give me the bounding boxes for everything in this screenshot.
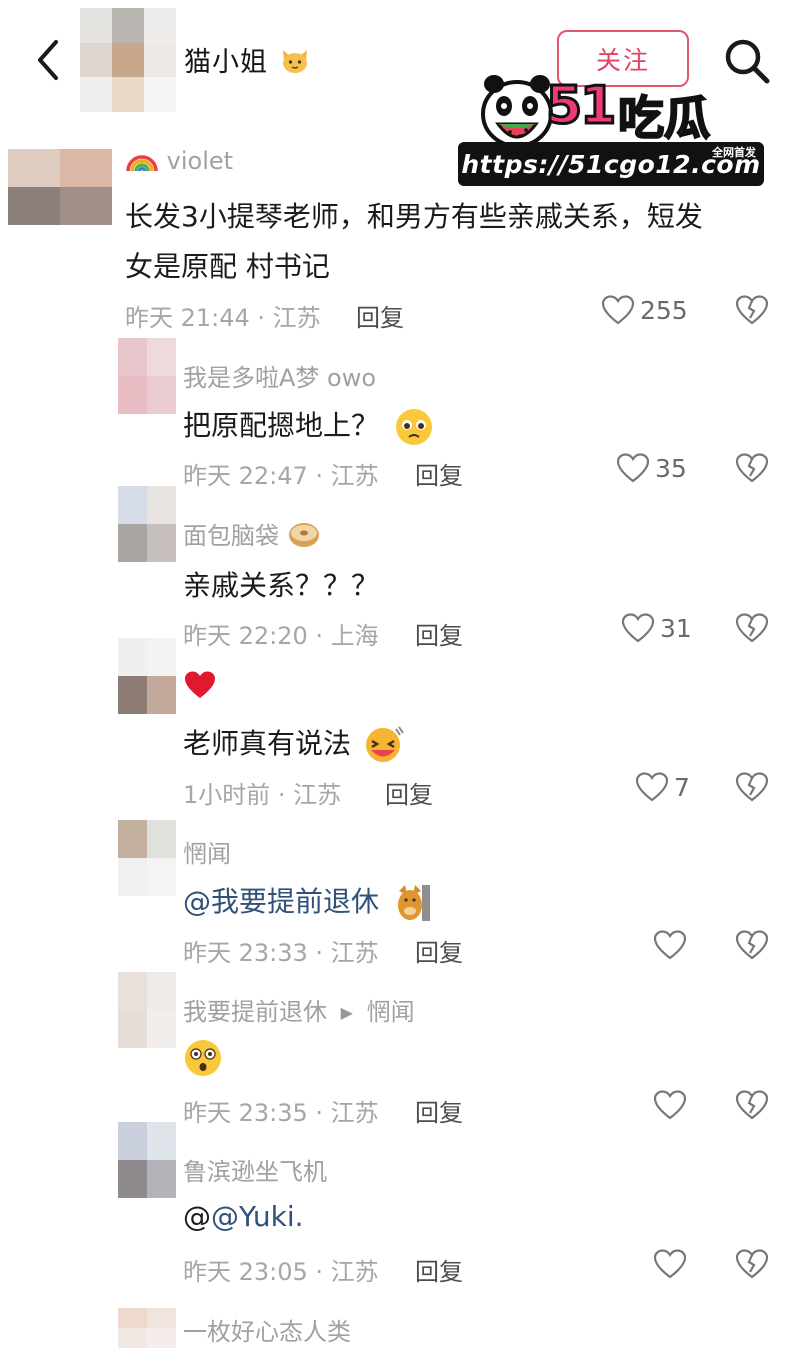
dislike-button[interactable] xyxy=(735,295,769,329)
comment-text: @@Yuki. xyxy=(183,1200,304,1233)
comment-username[interactable]: 一枚好心态人类 xyxy=(183,1312,351,1347)
broken-heart-icon xyxy=(735,453,769,483)
dislike-button[interactable] xyxy=(735,930,769,964)
avatar[interactable] xyxy=(118,338,176,414)
comment-text: 老师真有说法 xyxy=(183,722,404,765)
comment-text: @我要提前退休 xyxy=(183,880,432,923)
heart-outline-icon xyxy=(654,1249,686,1279)
broken-heart-icon xyxy=(735,1090,769,1120)
like-button[interactable] xyxy=(654,1090,692,1120)
comment-text: 长发3小提琴老师，和男方有些亲戚关系，短发 xyxy=(125,200,703,233)
brand-digits: 51 xyxy=(544,75,617,138)
reply-button[interactable]: 回复 xyxy=(415,933,463,968)
comment-item: 我要提前退休 ▶ 惘闻 昨天 23:35 · 江苏 回复 xyxy=(0,970,800,1130)
reply-button[interactable]: 回复 xyxy=(385,775,433,810)
avatar[interactable] xyxy=(118,486,176,562)
comment-text: 把原配摁地上？ xyxy=(183,404,434,447)
comment-item: 鲁滨逊坐飞机 @@Yuki. 昨天 23:05 · 江苏 回复 xyxy=(0,1120,800,1295)
pleading-face-emoji xyxy=(395,409,432,445)
dislike-button[interactable] xyxy=(735,772,769,806)
broken-heart-icon xyxy=(735,1249,769,1279)
comment-item: 一枚好心态人类 xyxy=(0,1300,800,1367)
avatar[interactable] xyxy=(118,1308,176,1348)
comment-username[interactable] xyxy=(183,670,217,706)
shocked-face-emoji xyxy=(185,1040,221,1076)
like-button[interactable]: 35 xyxy=(617,453,687,483)
comment-item: violet 长发3小提琴老师，和男方有些亲戚关系，短发 女是原配 村书记 昨天… xyxy=(0,145,800,335)
back-button[interactable] xyxy=(30,38,70,82)
comment-username[interactable]: 我要提前退休 ▶ 惘闻 xyxy=(183,992,415,1027)
reply-to-username[interactable]: 惘闻 xyxy=(367,998,415,1026)
dislike-button[interactable] xyxy=(735,453,769,487)
comment-username[interactable]: 鲁滨逊坐飞机 xyxy=(183,1152,327,1187)
cat-sticker-emoji xyxy=(397,885,430,921)
reply-button[interactable]: 回复 xyxy=(415,1252,463,1287)
comment-item: 老师真有说法 1小时前 · 江苏 回复 7 xyxy=(0,634,800,809)
broken-heart-icon xyxy=(735,295,769,325)
comment-username[interactable]: 我是多啦A梦 owo xyxy=(183,358,376,393)
comment-time: 昨天 21:44 · 江苏 xyxy=(125,304,321,332)
comment-time: 1小时前 · 江苏 xyxy=(183,781,342,809)
brand-text: 吃瓜 xyxy=(617,90,711,146)
comment-text-line2: 女是原配 村书记 xyxy=(125,250,330,283)
author-name[interactable]: 猫小姐 xyxy=(184,40,310,79)
dislike-button[interactable] xyxy=(735,1249,769,1283)
mention-link[interactable]: @Yuki. xyxy=(211,1200,304,1233)
avatar[interactable] xyxy=(118,820,176,896)
heart-outline-icon xyxy=(602,295,634,325)
heart-outline-icon xyxy=(617,453,649,483)
mention-link[interactable]: @我要提前退休 xyxy=(183,885,379,918)
avatar[interactable] xyxy=(8,149,112,225)
comment-text xyxy=(183,1038,223,1085)
grinning-squint-emoji xyxy=(365,726,404,762)
like-button[interactable]: 255 xyxy=(602,295,688,325)
avatar[interactable] xyxy=(118,1122,176,1198)
author-avatar[interactable] xyxy=(80,8,176,112)
avatar[interactable] xyxy=(118,972,176,1048)
comment-username[interactable]: 面包脑袋 xyxy=(183,516,321,551)
chevron-left-icon xyxy=(38,40,58,80)
comment-item: 我是多啦A梦 owo 把原配摁地上？ 昨天 22:47 · 江苏 回复 35 xyxy=(0,338,800,490)
red-heart-emoji xyxy=(185,671,215,698)
like-count: 35 xyxy=(655,453,687,483)
comment-time: 昨天 23:05 · 江苏 xyxy=(183,1258,379,1286)
broken-heart-icon xyxy=(735,772,769,802)
reply-button[interactable]: 回复 xyxy=(356,298,404,333)
comment-username[interactable]: 惘闻 xyxy=(183,834,231,869)
dislike-button[interactable] xyxy=(735,1090,769,1124)
rainbow-emoji xyxy=(126,155,158,172)
like-button[interactable] xyxy=(654,930,692,960)
comment-username[interactable]: violet xyxy=(125,147,233,175)
comment-item: 惘闻 @我要提前退休 昨天 23:33 · 江苏 回复 xyxy=(0,818,800,978)
comment-item: 面包脑袋 亲戚关系？？？ 昨天 22:20 · 上海 回复 31 xyxy=(0,484,800,650)
avatar[interactable] xyxy=(118,638,176,714)
heart-outline-icon xyxy=(654,1090,686,1120)
heart-outline-icon xyxy=(636,772,668,802)
like-count: 255 xyxy=(640,295,688,325)
reply-arrow-icon: ▶ xyxy=(340,1003,353,1022)
bagel-emoji xyxy=(288,523,319,547)
comment-text: 亲戚关系？？？ xyxy=(183,569,380,602)
like-button[interactable]: 7 xyxy=(636,772,690,802)
like-button[interactable] xyxy=(654,1249,692,1279)
like-count: 7 xyxy=(674,772,690,802)
cat-face-emoji xyxy=(282,50,307,73)
heart-outline-icon xyxy=(654,930,686,960)
broken-heart-icon xyxy=(735,930,769,960)
comment-time: 昨天 23:33 · 江苏 xyxy=(183,939,379,967)
